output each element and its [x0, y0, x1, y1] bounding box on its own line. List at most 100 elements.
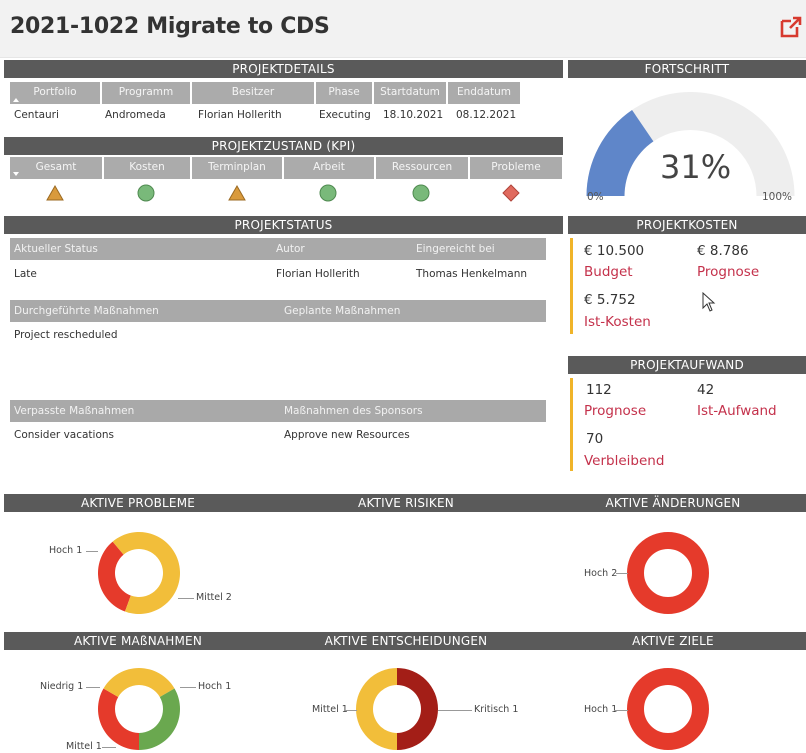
donut-aktive-probleme — [98, 532, 180, 614]
leader-line — [616, 573, 628, 574]
aufwand-accent-bar — [570, 378, 573, 471]
status-header-geplant: Geplante Maßnahmen — [284, 305, 401, 317]
section-projektkosten: PROJEKTKOSTEN — [568, 216, 806, 234]
leader-line — [438, 710, 472, 711]
ist-aufwand-value: 42 — [697, 382, 715, 398]
progress-max-label: 100% — [762, 191, 793, 203]
section-aktive-aenderungen: AKTIVE ÄNDERUNGEN — [605, 496, 741, 510]
kpi-header-gesamt[interactable]: Gesamt — [10, 157, 102, 179]
kpi-header-terminplan[interactable]: Terminplan — [192, 157, 282, 179]
label-massnahmen-niedrig: Niedrig 1 — [40, 681, 84, 692]
budget-value: € 10.500 — [584, 243, 645, 259]
donut-aktive-entscheidungen — [356, 668, 438, 750]
section-projektzustand: PROJEKTZUSTAND (KPI) — [4, 137, 563, 155]
kpi-header-probleme[interactable]: Probleme — [470, 157, 562, 179]
prognose-kosten-label: Prognose — [697, 264, 760, 280]
kosten-accent-bar — [570, 238, 573, 334]
progress-min-label: 0% — [587, 191, 604, 203]
diamond-critical-icon — [502, 184, 520, 202]
aufwand-prognose-label: Prognose — [584, 403, 647, 419]
column-header-programm[interactable]: Programm — [102, 82, 190, 104]
column-header-startdatum[interactable]: Startdatum — [374, 82, 446, 104]
label-probleme-hoch: Hoch 1 — [49, 545, 83, 556]
status-header-aktueller: Aktueller Status — [14, 243, 98, 255]
circle-ok-icon — [319, 184, 337, 202]
section-projektdetails: PROJEKTDETAILS — [4, 60, 563, 78]
donut-slice-niedrig — [139, 688, 180, 750]
section-aktive-massnahmen: AKTIVE MAßNAHMEN — [73, 634, 203, 648]
detail-phase: Executing — [319, 109, 371, 121]
donut-aktive-aenderungen — [627, 532, 709, 614]
detail-besitzer: Florian Hollerith — [198, 109, 282, 121]
section-aktive-risiken: AKTIVE RISIKEN — [358, 496, 454, 510]
circle-ok-icon — [412, 184, 430, 202]
section-aktive-entscheidungen: AKTIVE ENTSCHEIDUNGEN — [324, 634, 488, 648]
label-aenderungen-hoch: Hoch 2 — [584, 568, 618, 579]
label-massnahmen-mittel: Mittel 1 — [66, 741, 102, 752]
donut-aktive-massnahmen — [98, 668, 180, 750]
mouse-cursor-icon — [702, 292, 716, 312]
sort-ascending-icon — [13, 98, 19, 102]
circle-ok-icon — [137, 184, 155, 202]
open-external-icon[interactable] — [778, 14, 804, 40]
leader-line — [614, 710, 628, 711]
section-aktive-ziele: AKTIVE ZIELE — [632, 634, 714, 648]
column-header-besitzer[interactable]: Besitzer — [192, 82, 314, 104]
verbleibend-value: 70 — [586, 431, 604, 447]
kpi-header-ressourcen[interactable]: Ressourcen — [376, 157, 468, 179]
leader-line — [86, 551, 98, 552]
header-bar: 2021-1022 Migrate to CDS — [0, 0, 806, 58]
section-projektstatus: PROJEKTSTATUS — [4, 216, 563, 234]
column-header-portfolio[interactable]: Portfolio — [10, 82, 100, 104]
status-value-sponsor: Approve new Resources — [284, 429, 410, 441]
donut-slice-mittel — [103, 668, 175, 697]
verbleibend-label: Verbleibend — [584, 453, 665, 469]
donut-slice-hoch — [627, 668, 709, 750]
detail-enddatum: 08.12.2021 — [456, 109, 517, 121]
status-header-sponsor: Maßnahmen des Sponsors — [284, 405, 423, 417]
detail-startdatum: 18.10.2021 — [383, 109, 444, 121]
status-value-durchgefuehrt: Project rescheduled — [14, 329, 118, 341]
status-header-eingereicht: Eingereicht bei — [416, 243, 495, 255]
leader-line — [102, 747, 116, 748]
donut-slice-kritisch — [397, 668, 438, 750]
column-header-enddatum[interactable]: Enddatum — [448, 82, 520, 104]
triangle-warning-icon — [46, 185, 64, 201]
sort-descending-icon — [13, 172, 19, 176]
kpi-header-kosten[interactable]: Kosten — [104, 157, 190, 179]
budget-label: Budget — [584, 264, 633, 280]
label-massnahmen-hoch: Hoch 1 — [198, 681, 232, 692]
ist-kosten-value: € 5.752 — [584, 292, 636, 308]
leader-line — [180, 687, 196, 688]
leader-line — [178, 598, 194, 599]
aufwand-prognose-value: 112 — [586, 382, 612, 398]
donut-slice-hoch — [98, 688, 139, 750]
progress-value: 31% — [660, 148, 732, 186]
detail-portfolio: Centauri — [14, 109, 59, 121]
status-header-autor: Autor — [276, 243, 305, 255]
page-title: 2021-1022 Migrate to CDS — [10, 14, 330, 39]
label-entscheidungen-kritisch: Kritisch 1 — [474, 704, 519, 715]
detail-programm: Andromeda — [105, 109, 166, 121]
status-value-autor: Florian Hollerith — [276, 268, 360, 280]
prognose-kosten-value: € 8.786 — [697, 243, 749, 259]
label-ziele-hoch: Hoch 1 — [584, 704, 618, 715]
status-header-verpasst: Verpasste Maßnahmen — [14, 405, 135, 417]
donut-slice-hoch — [627, 532, 709, 614]
ist-aufwand-label: Ist-Aufwand — [697, 403, 777, 419]
status-value-late: Late — [14, 268, 37, 280]
donut-aktive-risiken — [364, 531, 448, 615]
section-projektaufwand: PROJEKTAUFWAND — [568, 356, 806, 374]
column-header-phase[interactable]: Phase — [316, 82, 372, 104]
status-value-verpasst: Consider vacations — [14, 429, 115, 441]
leader-line — [86, 687, 100, 688]
kpi-header-arbeit[interactable]: Arbeit — [284, 157, 374, 179]
donut-slice-mittel — [356, 668, 397, 750]
ist-kosten-label: Ist-Kosten — [584, 314, 651, 330]
section-aktive-probleme: AKTIVE PROBLEME — [80, 496, 196, 510]
leader-line — [345, 710, 357, 711]
donut-aktive-ziele — [627, 668, 709, 750]
triangle-warning-icon — [228, 185, 246, 201]
status-value-eingereicht: Thomas Henkelmann — [416, 268, 528, 280]
label-entscheidungen-mittel: Mittel 1 — [312, 704, 348, 715]
